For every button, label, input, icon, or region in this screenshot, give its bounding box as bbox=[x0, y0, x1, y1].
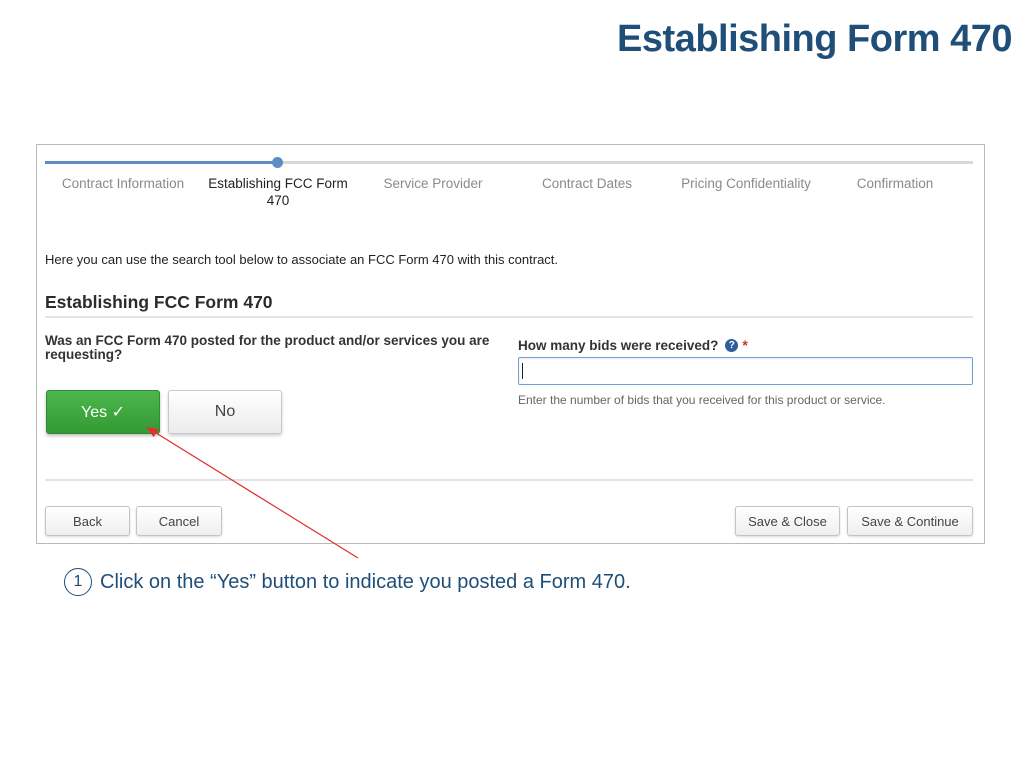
form-470-question: Was an FCC Form 470 posted for the produ… bbox=[45, 333, 490, 362]
instruction: 1 Click on the “Yes” button to indicate … bbox=[64, 568, 631, 596]
progress-current-dot bbox=[272, 157, 283, 168]
step-number-badge: 1 bbox=[64, 568, 92, 596]
bids-hint-text: Enter the number of bids that you receiv… bbox=[518, 393, 886, 407]
progress-fill bbox=[45, 161, 277, 164]
help-icon[interactable]: ? bbox=[725, 338, 739, 352]
form-panel: Contract Information Establishing FCC Fo… bbox=[36, 144, 985, 544]
intro-text: Here you can use the search tool below t… bbox=[45, 252, 559, 267]
step-contract-dates[interactable]: Contract Dates bbox=[517, 175, 657, 192]
bids-received-input[interactable] bbox=[518, 357, 973, 385]
progress-stepper: Contract Information Establishing FCC Fo… bbox=[45, 155, 973, 225]
section-divider bbox=[45, 316, 973, 318]
step-establishing-fcc-form-470[interactable]: Establishing FCC Form 470 bbox=[208, 175, 348, 209]
bids-received-label: How many bids were received? ? * bbox=[518, 337, 748, 353]
section-heading: Establishing FCC Form 470 bbox=[45, 292, 273, 312]
back-button[interactable]: Back bbox=[45, 506, 130, 536]
no-button[interactable]: No bbox=[168, 390, 282, 434]
required-asterisk: * bbox=[742, 337, 748, 353]
step-service-provider[interactable]: Service Provider bbox=[363, 175, 503, 192]
footer-divider bbox=[45, 479, 973, 481]
step-confirmation[interactable]: Confirmation bbox=[825, 175, 965, 192]
slide-title: Establishing Form 470 bbox=[617, 18, 1012, 60]
step-pricing-confidentiality[interactable]: Pricing Confidentiality bbox=[671, 175, 821, 192]
save-continue-button[interactable]: Save & Continue bbox=[847, 506, 973, 536]
cancel-button[interactable]: Cancel bbox=[136, 506, 222, 536]
step-contract-information[interactable]: Contract Information bbox=[53, 175, 193, 192]
save-close-button[interactable]: Save & Close bbox=[735, 506, 840, 536]
text-caret bbox=[522, 363, 523, 379]
yes-button[interactable]: Yes ✓ bbox=[46, 390, 160, 434]
instruction-text: Click on the “Yes” button to indicate yo… bbox=[100, 570, 631, 593]
bids-label-text: How many bids were received? bbox=[518, 337, 719, 353]
